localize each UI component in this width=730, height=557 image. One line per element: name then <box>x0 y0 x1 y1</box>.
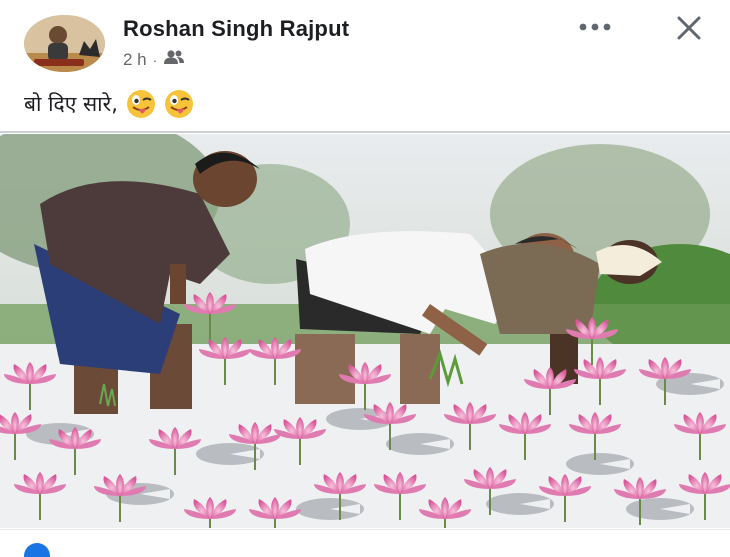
avatar-image <box>24 15 105 72</box>
close-icon <box>677 16 701 40</box>
post-meta: 2 h · <box>123 49 185 70</box>
rice-field-lotus-image <box>0 134 730 528</box>
more-options-icon <box>579 23 611 31</box>
caption-text: बो दिए सारे, <box>24 92 118 116</box>
winking-face-with-tongue-icon <box>126 90 155 118</box>
reaction-icon[interactable] <box>24 543 50 557</box>
facebook-post: Roshan Singh Rajput 2 h · बो दिए सारे, <box>0 0 730 557</box>
post-time[interactable]: 2 h <box>123 50 147 70</box>
footer-divider <box>0 529 730 530</box>
winking-face-with-tongue-icon <box>164 90 193 118</box>
close-button[interactable] <box>672 12 706 44</box>
meta-separator: · <box>152 51 158 68</box>
more-options-button[interactable] <box>575 14 615 40</box>
post-photo[interactable] <box>0 134 730 528</box>
author-name[interactable]: Roshan Singh Rajput <box>123 16 349 42</box>
post-caption: बो दिए सारे, <box>24 89 194 119</box>
author-avatar[interactable] <box>24 15 105 72</box>
header-divider <box>0 131 730 133</box>
friends-icon[interactable] <box>163 49 185 70</box>
